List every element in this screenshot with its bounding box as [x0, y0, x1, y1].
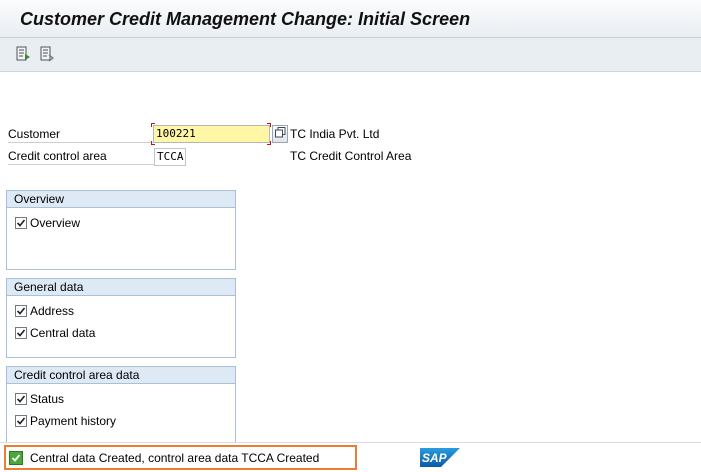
address-checkbox-row[interactable]: Address — [15, 303, 74, 319]
status-checkbox-label: Status — [30, 392, 65, 406]
payment-history-checkbox[interactable] — [15, 415, 27, 427]
customer-input[interactable]: 100221 — [153, 125, 270, 143]
required-marker — [151, 141, 155, 145]
status-checkbox[interactable] — [15, 393, 27, 405]
overview-group-title: Overview — [7, 191, 235, 208]
credit-control-area-label: Credit control area — [8, 148, 154, 165]
credit-control-area-input[interactable]: TCCA — [154, 148, 186, 166]
overview-checkbox-row[interactable]: Overview — [15, 215, 80, 231]
general-data-group: General data Address Central data — [6, 278, 236, 358]
document-list-icon — [39, 46, 55, 62]
sap-logo-text: SAP — [422, 451, 448, 465]
central-data-checkbox[interactable] — [15, 327, 27, 339]
address-checkbox-label: Address — [30, 304, 75, 318]
document-arrow-icon — [15, 46, 31, 62]
general-data-group-title: General data — [7, 279, 235, 296]
overview-group: Overview Overview — [6, 190, 236, 270]
central-data-checkbox-row[interactable]: Central data — [15, 325, 95, 341]
status-checkbox-row[interactable]: Status — [15, 391, 64, 407]
overview-checkbox-label: Overview — [30, 216, 81, 230]
search-help-button[interactable] — [272, 125, 288, 143]
main-content: Customer 100221 TC India Pvt. Ltd Credit… — [0, 73, 701, 442]
required-marker — [267, 141, 271, 145]
sap-logo: SAP — [420, 448, 460, 467]
customer-description: TC India Pvt. Ltd — [290, 127, 380, 141]
status-message-text: Central data Created, control area data … — [30, 450, 320, 465]
credit-control-area-data-group: Credit control area data Status Payment … — [6, 366, 236, 442]
status-bar: Central data Created, control area data … — [0, 442, 701, 472]
address-checkbox[interactable] — [15, 305, 27, 317]
copy-icon — [274, 127, 286, 141]
checkmark-icon — [16, 307, 26, 315]
application-toolbar — [0, 38, 701, 72]
status-message[interactable]: Central data Created, control area data … — [4, 445, 357, 470]
central-data-checkbox-label: Central data — [30, 326, 96, 340]
success-check-icon — [9, 450, 23, 465]
checkmark-icon — [16, 329, 26, 337]
payment-history-checkbox-label: Payment history — [30, 414, 117, 428]
customer-label: Customer — [8, 126, 154, 143]
checkmark-icon — [16, 219, 26, 227]
page-title: Customer Credit Management Change: Initi… — [20, 9, 471, 29]
required-marker — [267, 123, 271, 127]
checkmark-icon — [16, 417, 26, 425]
title-bar: Customer Credit Management Change: Initi… — [0, 0, 701, 38]
payment-history-checkbox-row[interactable]: Payment history — [15, 413, 116, 429]
document-list-button[interactable] — [38, 45, 56, 63]
overview-checkbox[interactable] — [15, 217, 27, 229]
required-marker — [151, 123, 155, 127]
document-arrow-button[interactable] — [14, 45, 32, 63]
checkmark-icon — [16, 395, 26, 403]
credit-control-area-description: TC Credit Control Area — [290, 149, 412, 163]
credit-control-area-data-group-title: Credit control area data — [7, 367, 235, 384]
